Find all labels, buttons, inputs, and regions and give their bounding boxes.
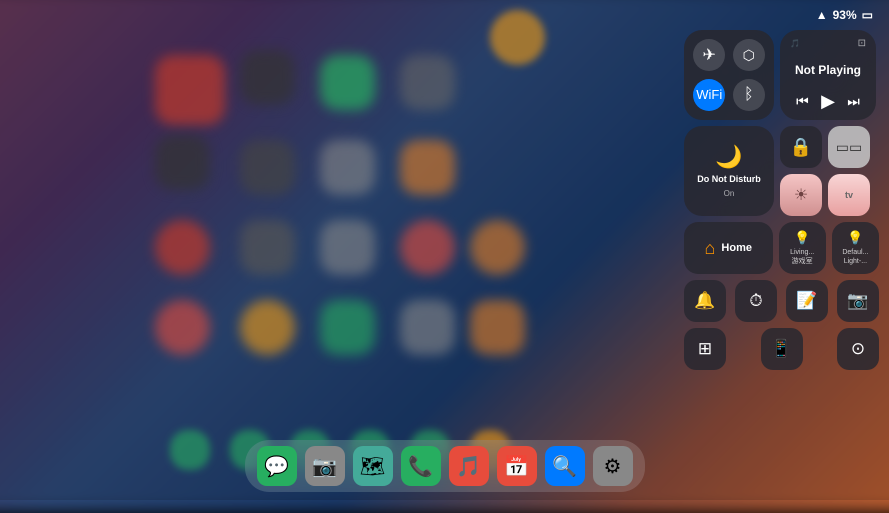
previous-button[interactable]: ⏮ <box>796 93 809 110</box>
lock-icon: 🔒 <box>790 137 812 158</box>
screen-lock-mirror-row: 🔒 ▭▭ <box>780 126 876 168</box>
camera-button[interactable]: 📷 <box>837 280 879 322</box>
alarm-button[interactable]: 🔔 <box>684 280 726 322</box>
hotspot-icon: ⬡ <box>743 47 755 64</box>
qr-scanner-button[interactable]: ⊞ <box>684 328 726 370</box>
bluetooth-icon: ᛒ <box>744 86 754 104</box>
search-icon: 🔍 <box>552 454 577 479</box>
dock-item-calendar[interactable]: 📅 <box>497 446 537 486</box>
qr-icon: ⊞ <box>698 339 712 359</box>
notes-button[interactable]: 📝 <box>786 280 828 322</box>
camera-dock-icon: 📷 <box>312 454 337 479</box>
now-playing-title: Not Playing <box>790 49 866 91</box>
cc-row-4: 🔔 ⏱ 📝 📷 <box>684 280 879 322</box>
screen-time-button[interactable]: ⏱ <box>735 280 777 322</box>
record-icon: ⊙ <box>851 339 865 359</box>
next-button[interactable]: ⏭ <box>847 93 860 110</box>
now-playing-header: 🎵 ⊡ <box>790 38 866 49</box>
home-tile[interactable]: ⌂ Home <box>684 222 773 274</box>
screen-mirror-button[interactable]: ▭▭ <box>828 126 870 168</box>
remote-icon: 📱 <box>771 339 792 359</box>
settings-icon: ⚙ <box>604 454 622 479</box>
cc-row-5: ⊞ 📱 ⊙ <box>684 328 879 370</box>
scene2-icon: 💡 <box>847 230 863 246</box>
home-icon: ⌂ <box>705 238 716 259</box>
dock: 💬 📷 🗺 📞 🎵 📅 🔍 ⚙ <box>245 440 645 492</box>
dnd-label: Do Not Disturb <box>697 174 761 186</box>
scene1-icon: 💡 <box>794 230 810 246</box>
scene1-label: Living...游戏室 <box>790 248 814 266</box>
wifi-icon: WiFi <box>696 87 722 102</box>
cc-row-2: 🌙 Do Not Disturb On 🔒 ▭▭ ☀ tv <box>684 126 879 216</box>
brightness-slider[interactable]: ☀ <box>780 174 822 216</box>
mirror-icon: ▭▭ <box>836 139 862 156</box>
right-col: 🔒 ▭▭ ☀ tv <box>780 126 876 216</box>
play-pause-button[interactable]: ▶ <box>821 91 835 112</box>
maps-icon: 🗺 <box>360 454 385 479</box>
dock-item-settings[interactable]: ⚙ <box>593 446 633 486</box>
calendar-icon: 📅 <box>504 454 529 479</box>
battery-percentage: 93% <box>833 8 857 22</box>
battery-icon: ▭ <box>862 8 873 22</box>
scene2-tile[interactable]: 💡 Defaul...Light-... <box>832 222 879 274</box>
dock-item-camera[interactable]: 📷 <box>305 446 345 486</box>
dock-item-messages[interactable]: 💬 <box>257 446 297 486</box>
scene2-label: Defaul...Light-... <box>842 248 868 266</box>
phone-icon: 📞 <box>408 454 433 479</box>
wifi-status-icon: ▲ <box>816 8 828 22</box>
dock-item-maps[interactable]: 🗺 <box>353 446 393 486</box>
brightness-icon: ☀ <box>794 185 808 205</box>
control-center: ✈ ⬡ WiFi ᛒ 🎵 ⊡ Not Playing ⏮ ▶ ⏭ <box>684 30 879 370</box>
apple-tv-button[interactable]: tv <box>828 174 870 216</box>
scene1-tile[interactable]: 💡 Living...游戏室 <box>779 222 826 274</box>
do-not-disturb-tile[interactable]: 🌙 Do Not Disturb On <box>684 126 774 216</box>
dnd-status: On <box>724 189 735 198</box>
bell-icon: 🔔 <box>694 291 715 311</box>
cc-row-3: ⌂ Home 💡 Living...游戏室 💡 Defaul...Light-.… <box>684 222 879 274</box>
airplane-icon: ✈ <box>703 45 716 65</box>
home-label: Home <box>721 242 752 254</box>
camera-icon: 📷 <box>847 291 868 311</box>
now-playing-controls: ⏮ ▶ ⏭ <box>790 91 866 112</box>
airplay-icon[interactable]: ⊡ <box>858 38 866 49</box>
brightness-appletv-row: ☀ tv <box>780 174 876 216</box>
screen-record-button[interactable]: ⊙ <box>837 328 879 370</box>
remote-button[interactable]: 📱 <box>761 328 803 370</box>
cellular-hotspot-button[interactable]: ⬡ <box>733 39 765 71</box>
apple-tv-icon: tv <box>845 190 853 200</box>
now-playing-tile[interactable]: 🎵 ⊡ Not Playing ⏮ ▶ ⏭ <box>780 30 876 120</box>
dock-item-search[interactable]: 🔍 <box>545 446 585 486</box>
music-icon: 🎵 <box>456 454 481 479</box>
dock-item-music[interactable]: 🎵 <box>449 446 489 486</box>
dock-item-phone[interactable]: 📞 <box>401 446 441 486</box>
screen-lock-button[interactable]: 🔒 <box>780 126 822 168</box>
wifi-button[interactable]: WiFi <box>693 79 725 111</box>
clock-icon: ⏱ <box>749 291 762 311</box>
airplane-mode-button[interactable]: ✈ <box>693 39 725 71</box>
messages-icon: 💬 <box>264 454 289 479</box>
headphones-icon: 🎵 <box>790 39 800 48</box>
connectivity-tile[interactable]: ✈ ⬡ WiFi ᛒ <box>684 30 774 120</box>
status-bar: ▲ 93% ▭ <box>816 8 873 22</box>
bluetooth-button[interactable]: ᛒ <box>733 79 765 111</box>
note-icon: 📝 <box>796 291 817 311</box>
moon-icon: 🌙 <box>715 144 742 170</box>
cc-row-1: ✈ ⬡ WiFi ᛒ 🎵 ⊡ Not Playing ⏮ ▶ ⏭ <box>684 30 879 120</box>
